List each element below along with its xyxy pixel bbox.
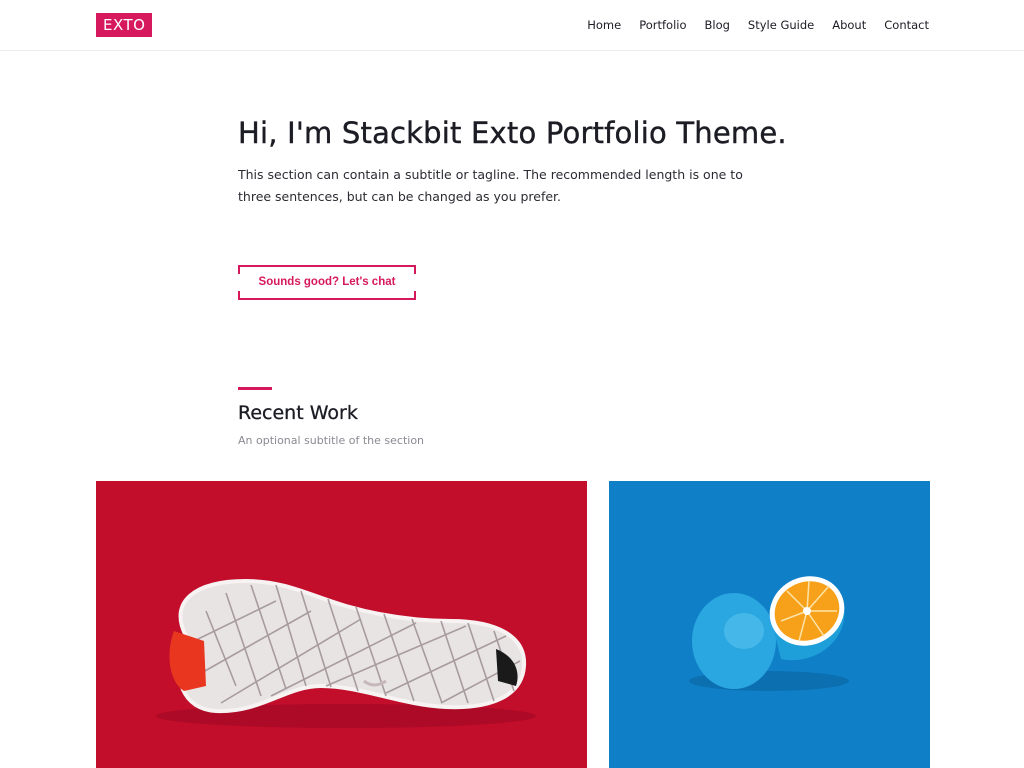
section-subtitle: An optional subtitle of the section bbox=[238, 434, 425, 447]
nav-home[interactable]: Home bbox=[587, 17, 621, 33]
nav-style-guide[interactable]: Style Guide bbox=[748, 17, 814, 33]
site-header: EXTO Home Portfolio Blog Style Guide Abo… bbox=[0, 0, 1024, 51]
hero-title: Hi, I'm Stackbit Exto Portfolio Theme. bbox=[238, 116, 787, 150]
portfolio-card-orange[interactable] bbox=[609, 481, 930, 768]
nav-blog[interactable]: Blog bbox=[705, 17, 730, 33]
portfolio-card-sneaker[interactable] bbox=[96, 481, 587, 768]
hero-subtitle: This section can contain a subtitle or t… bbox=[238, 167, 743, 204]
site-logo[interactable]: EXTO bbox=[96, 13, 153, 37]
cta-button[interactable]: Sounds good? Let's chat bbox=[238, 265, 416, 300]
nav-contact[interactable]: Contact bbox=[884, 17, 929, 33]
sneaker-image bbox=[96, 481, 587, 768]
section-accent-line bbox=[238, 387, 272, 390]
section-title: Recent Work bbox=[238, 402, 358, 424]
nav-portfolio[interactable]: Portfolio bbox=[639, 17, 686, 33]
nav-about[interactable]: About bbox=[832, 17, 866, 33]
main-nav: Home Portfolio Blog Style Guide About Co… bbox=[569, 17, 929, 33]
orange-image bbox=[609, 481, 930, 768]
recent-work-header: Recent Work An optional subtitle of the … bbox=[238, 387, 424, 447]
cta-label: Sounds good? Let's chat bbox=[258, 276, 396, 288]
hero-section: Hi, I'm Stackbit Exto Portfolio Theme. T… bbox=[238, 116, 798, 208]
